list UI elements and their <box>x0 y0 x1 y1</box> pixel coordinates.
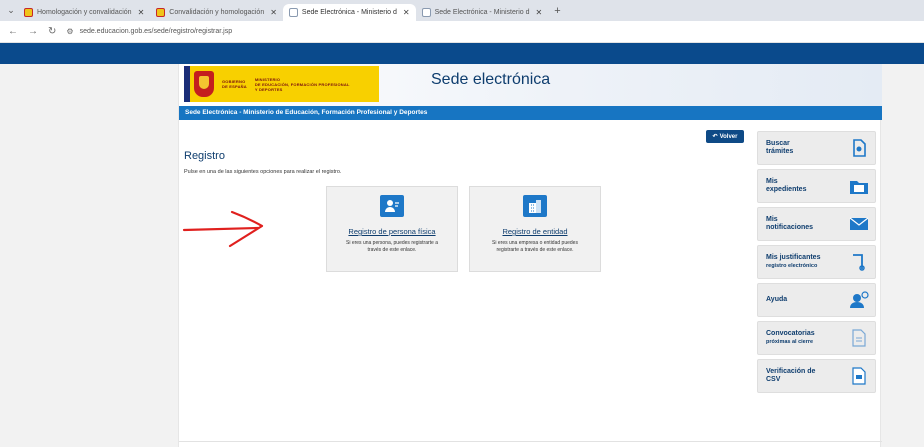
back-button[interactable]: ↶ Volver <box>706 130 744 143</box>
sidebar-item-label: Verificación de CSV <box>766 367 816 384</box>
browser-tab[interactable]: Convalidación y homologación ✕ <box>150 4 283 21</box>
back-button-label: Volver <box>719 133 738 140</box>
sidebar-item-verificacion-csv[interactable]: Verificación de CSV <box>757 359 876 393</box>
document-search-icon <box>849 138 869 158</box>
person-icon <box>380 195 404 217</box>
tab-label: Convalidación y homologación <box>169 9 265 16</box>
sidebar-item-buscar-tramites[interactable]: Buscar trámites <box>757 131 876 165</box>
tab-close-icon[interactable]: ✕ <box>138 8 145 17</box>
entidad-link[interactable]: Registro de entidad <box>502 227 567 236</box>
back-arrow-icon: ↶ <box>712 134 718 140</box>
url-field[interactable]: ⚙ sede.educacion.gob.es/sede/registro/re… <box>66 27 232 36</box>
sidebar-item-label: Mis expedientes <box>766 177 807 194</box>
sidebar-item-ayuda[interactable]: Ayuda <box>757 283 876 317</box>
entidad-text: Si eres una empresa o entidad puedes reg… <box>492 240 578 253</box>
site-info-icon[interactable]: ⚙ <box>66 27 73 36</box>
receipt-icon <box>849 252 869 272</box>
tab-label: Sede Electrónica - Ministerio d <box>434 9 530 16</box>
folder-icon <box>849 176 869 196</box>
tab-close-icon[interactable]: ✕ <box>270 8 277 17</box>
help-icon <box>849 290 869 310</box>
site-header: GOBIERNO DE ESPAÑA MINISTERIO DE EDUCACI… <box>179 64 882 106</box>
tab-favicon-icon <box>156 8 166 17</box>
coat-of-arms-icon <box>194 71 214 97</box>
reload-icon[interactable]: ↻ <box>48 26 56 37</box>
footer-divider <box>179 441 882 442</box>
gobierno-text: GOBIERNO DE ESPAÑA <box>222 79 247 89</box>
sidebar-item-mis-expedientes[interactable]: Mis expedientes <box>757 169 876 203</box>
sidebar-item-label: Convocatorias próximas al cierre <box>766 329 815 346</box>
tab-close-icon[interactable]: ✕ <box>403 8 410 17</box>
new-tab-icon[interactable]: + <box>554 5 560 17</box>
persona-fisica-card[interactable]: Registro de persona física Si eres una p… <box>326 186 458 272</box>
tab-search-chevron-icon[interactable]: ⌄ <box>4 5 18 16</box>
tab-label: Sede Electrónica - Ministerio d <box>301 9 397 16</box>
sidebar-item-label: Buscar trámites <box>766 139 794 156</box>
red-arrow-annotation <box>182 210 264 248</box>
sidebar-item-mis-notificaciones[interactable]: Mis notificaciones <box>757 207 876 241</box>
sidebar-item-label: Mis justificantes registro electrónico <box>766 253 821 270</box>
address-bar: ← → ↻ ⚙ sede.educacion.gob.es/sede/regis… <box>0 21 924 43</box>
browser-tab-active[interactable]: Sede Electrónica - Ministerio d ✕ <box>282 4 416 21</box>
url-text: sede.educacion.gob.es/sede/registro/regi… <box>79 28 233 35</box>
browser-tab-bar: ⌄ Homologación y convalidación ✕ Convali… <box>0 0 924 21</box>
tab-close-icon[interactable]: ✕ <box>536 8 543 17</box>
sede-title: Sede electrónica <box>431 71 551 88</box>
forward-arrow-icon[interactable]: → <box>28 26 38 37</box>
browser-tab[interactable]: Homologación y convalidación ✕ <box>18 4 150 21</box>
entidad-card[interactable]: Registro de entidad Si eres una empresa … <box>469 186 601 272</box>
ministerio-text: MINISTERIO DE EDUCACIÓN, FORMACIÓN PROFE… <box>254 76 350 92</box>
tab-favicon-icon <box>24 8 33 17</box>
calendar-doc-icon <box>849 328 869 348</box>
envelope-icon <box>849 214 869 234</box>
page-title: Registro <box>184 150 225 162</box>
back-arrow-icon[interactable]: ← <box>8 26 18 37</box>
tab-label: Homologación y convalidación <box>37 9 132 16</box>
sidebar-item-label: Ayuda <box>766 295 788 303</box>
persona-fisica-link[interactable]: Registro de persona física <box>348 227 435 236</box>
page-description: Pulse en una de las siguientes opciones … <box>184 169 342 175</box>
ministry-bar: Sede Electrónica - Ministerio de Educaci… <box>179 106 882 120</box>
sidebar-item-mis-justificantes[interactable]: Mis justificantes registro electrónico <box>757 245 876 279</box>
tab-favicon-icon <box>421 8 431 17</box>
persona-fisica-text: Si eres una persona, puedes registrarte … <box>346 240 438 253</box>
building-icon <box>523 195 547 217</box>
gobierno-logo[interactable]: GOBIERNO DE ESPAÑA MINISTERIO DE EDUCACI… <box>184 66 379 102</box>
page-container: GOBIERNO DE ESPAÑA MINISTERIO DE EDUCACI… <box>178 64 882 447</box>
browser-tab[interactable]: Sede Electrónica - Ministerio d ✕ <box>416 4 549 21</box>
sidebar-item-label: Mis notificaciones <box>766 215 814 232</box>
tab-favicon-icon <box>288 8 298 17</box>
sidebar-item-convocatorias[interactable]: Convocatorias próximas al cierre <box>757 321 876 355</box>
top-blue-strip <box>0 43 924 64</box>
csv-doc-icon <box>849 366 869 386</box>
